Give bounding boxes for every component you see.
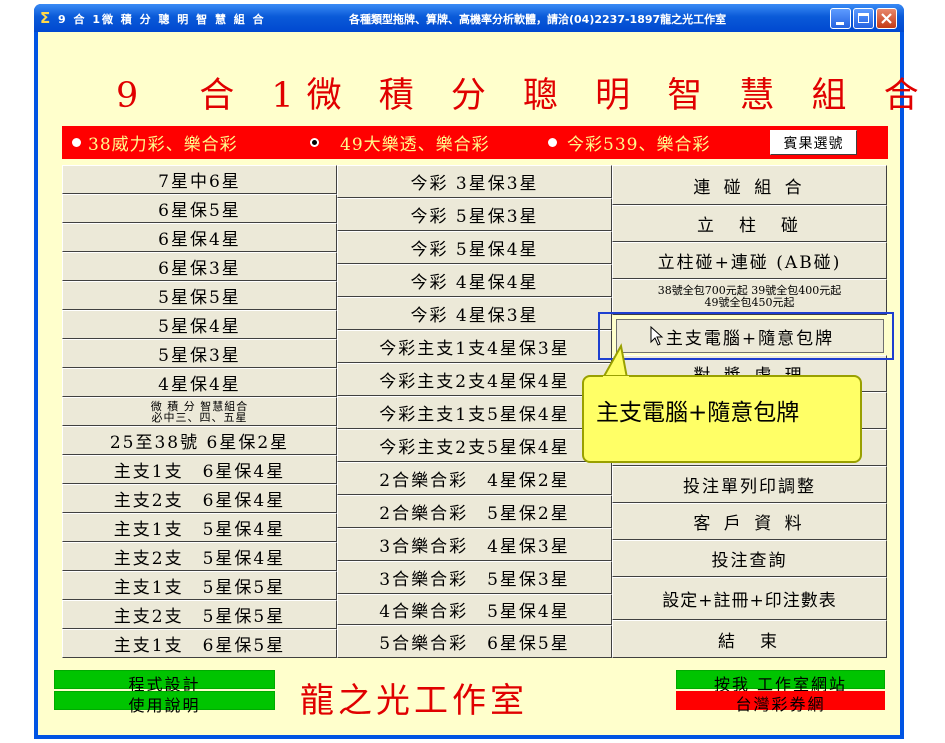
btn-539-main2-4-4[interactable]: 今彩主支2支4星保4星 [337,363,612,396]
btn-main1-6-4[interactable]: 主支1支 6星保4星 [62,455,337,484]
window-info-text: 各種類型拖牌、算牌、高機率分析軟體，請洽(04)2237-1897龍之光工作室 [349,13,727,26]
btn-main2-5-5[interactable]: 主支2支 5星保5星 [62,600,337,629]
manual-button[interactable]: 使用說明 [54,691,275,715]
radio-38-power[interactable] [72,138,81,147]
btn-2he-4-2[interactable]: 2合樂合彩 4星保2星 [337,462,612,495]
btn-539-main2-5-4[interactable]: 今彩主支2支5星保4星 [337,429,612,462]
price-line2: 49號全包450元起 [704,296,795,309]
window-title: 9 合 1微 積 分 聰 明 智 慧 組 合 [58,13,266,26]
btn-25-38[interactable]: 25至38號 6星保2星 [62,426,337,455]
btn-3he-5-3[interactable]: 3合樂合彩 5星保3星 [337,561,612,594]
radio-539[interactable] [548,138,557,147]
btn-main2-6-4[interactable]: 主支2支 6星保4星 [62,484,337,513]
btn-combo[interactable]: 連 碰 組 合 [612,165,887,205]
btn-6-4[interactable]: 6星保4星 [62,223,337,252]
btn-539-4-4[interactable]: 今彩 4星保4星 [337,264,612,297]
btn-6-3[interactable]: 6星保3星 [62,252,337,281]
btn-539-5-4[interactable]: 今彩 5星保4星 [337,231,612,264]
calculus-line2: 必中三、四、五星 [151,410,248,424]
close-icon [881,13,892,24]
btn-pillar[interactable]: 立 柱 碰 [612,205,887,242]
price-info: 38號全包700元起 39號全包400元起 49號全包450元起 [612,279,887,315]
btn-4he-5-4[interactable]: 4合樂合彩 5星保4星 [337,594,612,625]
btn-3he-4-3[interactable]: 3合樂合彩 4星保3星 [337,528,612,561]
btn-5he-6-5[interactable]: 5合樂合彩 6星保5星 [337,625,612,658]
btn-main1-6-5[interactable]: 主支1支 6星保5星 [62,629,337,658]
btn-539-4-3[interactable]: 今彩 4星保3星 [337,297,612,330]
radio-38-label[interactable]: 38威力彩、樂合彩 [88,130,238,155]
game-type-bar: 38威力彩、樂合彩 49大樂透、樂合彩 今彩539、樂合彩 賓果選號 [62,126,888,159]
radio-539-label[interactable]: 今彩539、樂合彩 [567,130,710,155]
btn-2he-5-2[interactable]: 2合樂合彩 5星保2星 [337,495,612,528]
close-button[interactable] [876,8,897,29]
btn-539-3-3[interactable]: 今彩 3星保3星 [337,165,612,198]
btn-5-4[interactable]: 5星保4星 [62,310,337,339]
page-title: 9 合 1微 積 分 聰 明 智 慧 組 合 [116,76,932,116]
lottery-net-button[interactable]: 台灣彩券網 [676,691,885,714]
btn-main1-5-5[interactable]: 主支1支 5星保5星 [62,571,337,600]
btn-main2-5-4[interactable]: 主支2支 5星保4星 [62,542,337,571]
bingo-pick-button[interactable]: 賓果選號 [770,130,857,155]
maximize-button[interactable] [853,8,874,29]
btn-7-6[interactable]: 7星中6星 [62,165,337,194]
title-bar[interactable]: Σ 9 合 1微 積 分 聰 明 智 慧 組 合 各種類型拖牌、算牌、高機率分析… [34,4,904,32]
btn-print-adjust[interactable]: 投注單列印調整 [612,466,887,503]
btn-539-main1-4-3[interactable]: 今彩主支1支4星保3星 [337,330,612,363]
tooltip-balloon: 主支電腦+隨意包牌 [582,375,862,463]
minimize-icon [836,22,844,25]
btn-539-main1-5-4[interactable]: 今彩主支1支5星保4星 [337,396,612,429]
btn-customer[interactable]: 客 戶 資 料 [612,503,887,540]
btn-settings[interactable]: 設定+註冊+印注數表 [612,577,887,620]
calculus-line1: 微 積 分 智慧組合 [150,399,249,413]
btn-calculus-smart[interactable]: 微 積 分 智慧組合 必中三、四、五星 [62,397,337,426]
maximize-icon [858,13,869,23]
app-sigma-icon: Σ [40,9,51,27]
radio-49-lotto[interactable] [310,138,319,147]
btn-query[interactable]: 投注查詢 [612,540,887,577]
tooltip-pointer-cover [603,376,629,382]
design-button[interactable]: 程式設計 [54,670,275,694]
highlight-box [598,312,894,360]
studio-name: 龍之光工作室 [300,681,528,721]
btn-5-3[interactable]: 5星保3星 [62,339,337,368]
btn-pillar-combo[interactable]: 立柱碰+連碰 (AB碰) [612,242,887,279]
radio-49-label[interactable]: 49大樂透、樂合彩 [340,130,490,155]
btn-5-5[interactable]: 5星保5星 [62,281,337,310]
tooltip-text: 主支電腦+隨意包牌 [596,400,800,426]
btn-539-5-3[interactable]: 今彩 5星保3星 [337,198,612,231]
mouse-cursor-icon [650,326,664,346]
minimize-button[interactable] [830,8,851,29]
btn-6-5[interactable]: 6星保5星 [62,194,337,223]
website-button[interactable]: 按我 工作室網站 [676,670,885,694]
btn-main1-5-4[interactable]: 主支1支 5星保4星 [62,513,337,542]
app-window: Σ 9 合 1微 積 分 聰 明 智 慧 組 合 各種類型拖牌、算牌、高機率分析… [34,4,919,739]
btn-exit[interactable]: 結 束 [612,620,887,658]
btn-4-4[interactable]: 4星保4星 [62,368,337,397]
